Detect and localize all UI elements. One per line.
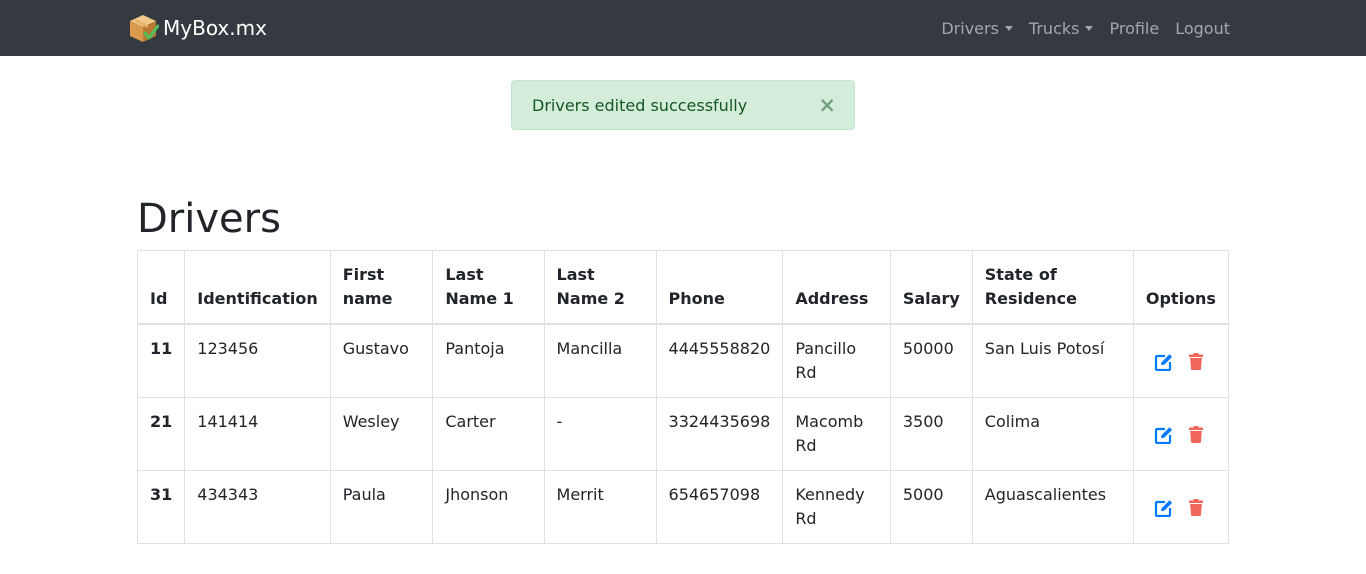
column-header-identification: Identification xyxy=(184,250,331,325)
cell-identification: 434343 xyxy=(184,470,331,544)
alert-message: Drivers edited successfully xyxy=(532,96,748,115)
cell-last-name-1: Jhonson xyxy=(432,470,545,544)
cell-options xyxy=(1132,323,1230,398)
cell-id: 11 xyxy=(136,323,186,398)
cell-address: Kennedy Rd xyxy=(782,470,891,544)
cell-state: Aguascalientes xyxy=(971,470,1134,544)
nav-profile-link[interactable]: Profile xyxy=(1101,19,1167,38)
column-header-first-name: First name xyxy=(329,250,434,325)
table-row: 31 434343 Paula Jhonson Merrit 654657098… xyxy=(136,470,1230,544)
nav-links: Drivers Trucks Profile Logout xyxy=(933,0,1238,56)
alert-close-button[interactable]: × xyxy=(818,93,836,117)
nav-trucks-label: Trucks xyxy=(1028,18,1080,38)
nav-trucks-dropdown[interactable]: Trucks xyxy=(1021,19,1102,38)
nav-drivers-label: Drivers xyxy=(941,18,999,38)
cell-last-name-2: - xyxy=(543,397,657,471)
edit-icon[interactable] xyxy=(1154,499,1174,517)
nav-logout-link[interactable]: Logout xyxy=(1167,19,1238,38)
caret-down-icon xyxy=(1085,25,1094,31)
cell-identification: 141414 xyxy=(184,397,331,471)
cell-last-name-2: Merrit xyxy=(543,470,657,544)
cell-last-name-2: Mancilla xyxy=(543,323,657,398)
cell-last-name-1: Pantoja xyxy=(432,323,545,398)
column-header-last-name-2: Last Name 2 xyxy=(543,250,657,325)
column-header-address: Address xyxy=(782,250,891,325)
success-alert: Drivers edited successfully × xyxy=(511,80,855,130)
cell-state: Colima xyxy=(971,397,1134,471)
cell-salary: 5000 xyxy=(889,470,973,544)
cell-id: 31 xyxy=(136,470,186,544)
column-header-salary: Salary xyxy=(889,250,973,325)
trash-icon[interactable] xyxy=(1188,499,1203,516)
cell-salary: 50000 xyxy=(889,323,973,398)
cell-address: Pancillo Rd xyxy=(782,323,891,398)
column-header-id: Id xyxy=(136,250,186,325)
cell-first-name: Gustavo xyxy=(329,323,434,398)
cell-state: San Luis Potosí xyxy=(971,323,1134,398)
navbar: MyBox.mx Drivers Trucks Profile Logout xyxy=(0,0,1366,56)
cell-address: Macomb Rd xyxy=(782,397,891,471)
cell-options xyxy=(1132,470,1230,544)
cell-phone: 654657098 xyxy=(655,470,784,544)
table-row: 11 123456 Gustavo Pantoja Mancilla 44455… xyxy=(136,323,1230,398)
brand-link[interactable]: MyBox.mx xyxy=(127,12,267,44)
column-header-phone: Phone xyxy=(655,250,784,325)
cell-first-name: Wesley xyxy=(329,397,434,471)
edit-icon[interactable] xyxy=(1154,353,1174,371)
cell-first-name: Paula xyxy=(329,470,434,544)
drivers-table: Id Identification First name Last Name 1… xyxy=(136,250,1230,544)
column-header-last-name-1: Last Name 1 xyxy=(432,250,545,325)
cell-identification: 123456 xyxy=(184,323,331,398)
trash-icon[interactable] xyxy=(1188,353,1203,370)
cell-salary: 3500 xyxy=(889,397,973,471)
column-header-state: State of Residence xyxy=(971,250,1134,325)
trash-icon[interactable] xyxy=(1188,426,1203,443)
caret-down-icon xyxy=(1004,25,1013,31)
edit-icon[interactable] xyxy=(1154,426,1174,444)
table-row: 21 141414 Wesley Carter - 3324435698 Mac… xyxy=(136,397,1230,471)
brand-name: MyBox.mx xyxy=(163,16,267,40)
box-check-icon xyxy=(130,15,159,42)
column-header-options: Options xyxy=(1132,250,1230,325)
cell-last-name-1: Carter xyxy=(432,397,545,471)
cell-phone: 4445558820 xyxy=(655,323,784,398)
nav-drivers-dropdown[interactable]: Drivers xyxy=(933,19,1021,38)
cell-options xyxy=(1132,397,1230,471)
cell-phone: 3324435698 xyxy=(655,397,784,471)
cell-id: 21 xyxy=(136,397,186,471)
table-header-row: Id Identification First name Last Name 1… xyxy=(136,250,1230,325)
page-title: Drivers xyxy=(137,196,281,242)
